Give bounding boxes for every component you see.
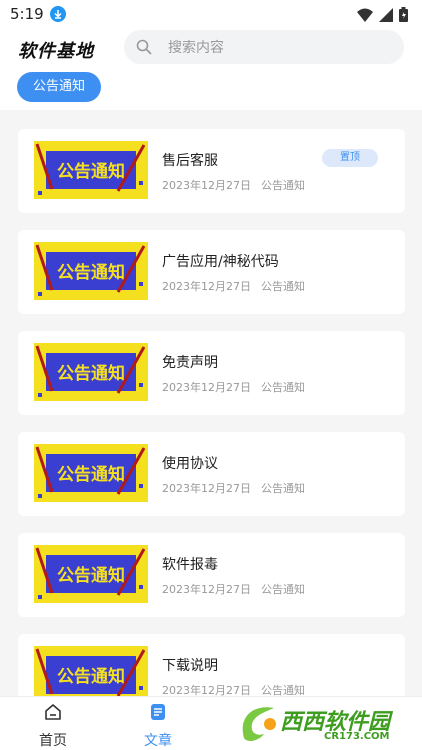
article-title: 广告应用/神秘代码	[162, 254, 279, 270]
article-meta: 2023年12月27日 公告通知	[162, 177, 305, 193]
article-date: 2023年12月27日	[162, 482, 251, 495]
article-date: 2023年12月27日	[162, 179, 251, 192]
article-category: 公告通知	[261, 179, 305, 192]
announcement-thumbnail: 公告通知	[34, 444, 148, 502]
article-date: 2023年12月27日	[162, 684, 251, 696]
announcement-thumbnail: 公告通知	[34, 141, 148, 199]
article-category: 公告通知	[261, 684, 305, 696]
article-title: 软件报毒	[162, 557, 218, 573]
thumbnail-text: 公告通知	[57, 666, 125, 687]
pinned-badge: 置顶	[322, 149, 378, 167]
announcement-thumbnail: 公告通知	[34, 646, 148, 696]
article-list: 公告通知 售后客服 2023年12月27日 公告通知 置顶 公告通知 广告应用/神…	[0, 110, 422, 696]
app-header: 软件基地 搜索内容 公告通知	[0, 30, 422, 110]
leaf-logo-icon	[242, 707, 276, 741]
article-card[interactable]: 公告通知 售后客服 2023年12月27日 公告通知 置顶	[18, 129, 405, 213]
thumbnail-text: 公告通知	[57, 464, 125, 485]
download-icon	[50, 6, 66, 22]
article-card[interactable]: 公告通知 下载说明 2023年12月27日 公告通知	[18, 634, 405, 696]
status-time: 5:19	[10, 5, 44, 23]
article-icon	[151, 704, 165, 720]
watermark-url: CR173.COM	[324, 731, 390, 742]
thumbnail-text: 公告通知	[57, 565, 125, 586]
app-title: 软件基地	[18, 41, 94, 62]
article-title: 下载说明	[162, 658, 218, 674]
tab-announcements[interactable]: 公告通知	[17, 72, 101, 102]
article-card[interactable]: 公告通知 软件报毒 2023年12月27日 公告通知	[18, 533, 405, 617]
thumbnail-text: 公告通知	[57, 363, 125, 384]
article-card[interactable]: 公告通知 免责声明 2023年12月27日 公告通知	[18, 331, 405, 415]
article-category: 公告通知	[261, 583, 305, 596]
article-meta: 2023年12月27日 公告通知	[162, 682, 305, 696]
article-title: 免责声明	[162, 355, 218, 371]
article-date: 2023年12月27日	[162, 583, 251, 596]
wifi-icon	[357, 8, 373, 22]
home-icon	[45, 704, 61, 720]
nav-articles-label: 文章	[144, 733, 172, 749]
announcement-thumbnail: 公告通知	[34, 343, 148, 401]
search-placeholder: 搜索内容	[168, 40, 224, 56]
battery-icon	[399, 7, 408, 22]
article-card[interactable]: 公告通知 广告应用/神秘代码 2023年12月27日 公告通知	[18, 230, 405, 314]
article-category: 公告通知	[261, 280, 305, 293]
article-category: 公告通知	[261, 381, 305, 394]
status-bar: 5:19	[0, 0, 422, 30]
watermark: 西西软件园 CR173.COM	[232, 698, 422, 750]
search-input[interactable]: 搜索内容	[124, 30, 404, 64]
thumbnail-text: 公告通知	[57, 161, 125, 182]
article-title: 使用协议	[162, 456, 218, 472]
nav-home[interactable]: 首页	[23, 703, 83, 750]
nav-articles[interactable]: 文章	[128, 703, 188, 750]
article-meta: 2023年12月27日 公告通知	[162, 480, 305, 496]
article-meta: 2023年12月27日 公告通知	[162, 379, 305, 395]
article-meta: 2023年12月27日 公告通知	[162, 581, 305, 597]
article-date: 2023年12月27日	[162, 280, 251, 293]
announcement-thumbnail: 公告通知	[34, 242, 148, 300]
search-icon	[136, 39, 152, 55]
status-icons	[357, 7, 408, 22]
nav-home-label: 首页	[39, 733, 67, 749]
signal-icon	[379, 7, 393, 22]
announcement-thumbnail: 公告通知	[34, 545, 148, 603]
article-title: 售后客服	[162, 153, 218, 169]
article-date: 2023年12月27日	[162, 381, 251, 394]
article-card[interactable]: 公告通知 使用协议 2023年12月27日 公告通知	[18, 432, 405, 516]
article-meta: 2023年12月27日 公告通知	[162, 278, 305, 294]
thumbnail-text: 公告通知	[57, 262, 125, 283]
article-category: 公告通知	[261, 482, 305, 495]
